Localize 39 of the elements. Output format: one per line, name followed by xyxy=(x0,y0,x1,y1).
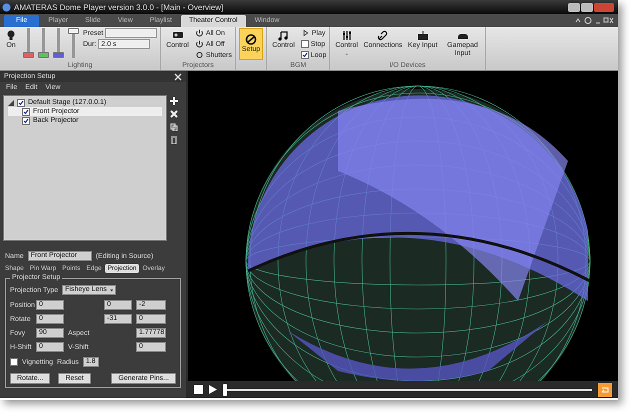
slider-thumb[interactable] xyxy=(68,28,79,34)
slider[interactable] xyxy=(38,28,49,58)
power-icon xyxy=(194,29,204,37)
projector-icon xyxy=(172,30,184,41)
setup-icon xyxy=(245,34,258,45)
music-note-icon xyxy=(277,30,290,41)
caret-icon xyxy=(110,288,114,292)
close-icon[interactable] xyxy=(174,72,182,80)
chain-link-icon xyxy=(376,30,389,41)
checkbox[interactable] xyxy=(22,108,30,116)
play-icon xyxy=(300,29,310,37)
seek-thumb[interactable] xyxy=(223,384,227,396)
maximize-button[interactable] xyxy=(581,2,593,12)
play-icon[interactable] xyxy=(209,385,217,394)
checkbox[interactable] xyxy=(10,358,18,366)
slider-thumb[interactable] xyxy=(53,52,64,58)
delete-icon[interactable] xyxy=(170,110,178,118)
slider[interactable] xyxy=(68,28,79,58)
slider-thumb[interactable] xyxy=(38,52,49,58)
checkbox[interactable] xyxy=(300,51,309,59)
checkbox[interactable] xyxy=(17,98,25,106)
window-controls-icon xyxy=(574,17,614,24)
checkbox[interactable] xyxy=(300,40,309,48)
light-bulb-icon xyxy=(5,30,17,41)
slider[interactable] xyxy=(53,28,64,58)
slider[interactable] xyxy=(23,28,34,58)
sliders-icon xyxy=(340,30,353,41)
power-icon xyxy=(194,40,204,48)
app-icon xyxy=(2,2,11,12)
window-title: AMATERAS Dome Player version 3.0.0 - [Main - Overview] xyxy=(14,2,224,12)
slider-thumb[interactable] xyxy=(23,52,34,58)
minimize-button[interactable] xyxy=(568,2,580,12)
copy-icon[interactable] xyxy=(170,123,178,131)
trash-icon[interactable] xyxy=(170,136,178,144)
add-icon[interactable] xyxy=(170,97,178,105)
loop-button[interactable] xyxy=(598,382,612,396)
seek-bar[interactable] xyxy=(223,384,592,396)
checkbox[interactable] xyxy=(22,116,30,124)
circle-icon xyxy=(194,51,204,59)
